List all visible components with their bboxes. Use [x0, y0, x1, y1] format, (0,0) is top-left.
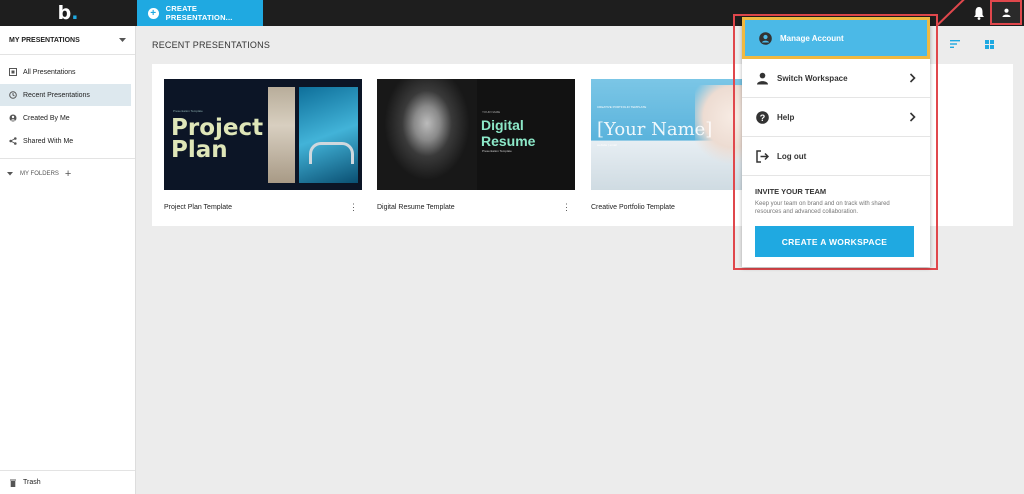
- sidebar-header-label: MY PRESENTATIONS: [9, 36, 80, 44]
- chevron-right-icon: [909, 73, 916, 83]
- trash-icon: [10, 479, 16, 487]
- card-title: Project Plan Template: [164, 204, 232, 211]
- thumbnail-caption: CREATIVE PORTFOLIO TEMPLATE: [597, 105, 647, 109]
- menu-item-label: Help: [777, 112, 795, 122]
- share-icon: [9, 137, 17, 145]
- account-circle-icon: [759, 31, 772, 45]
- thumbnail-image-strip: [268, 87, 295, 183]
- create-presentation-label: CREATE PRESENTATION...: [165, 4, 233, 22]
- manage-account-menu-item[interactable]: Manage Account: [742, 17, 930, 59]
- thumbnail-caption: Presentation Template: [173, 109, 203, 113]
- invite-team-section: INVITE YOUR TEAM Keep your team on brand…: [742, 176, 930, 257]
- more-options-icon[interactable]: ⋮: [562, 202, 571, 213]
- presentation-thumbnail[interactable]: YOUR NAME Digital Resume Presentation Te…: [377, 79, 575, 190]
- user-menu-button[interactable]: [990, 0, 1022, 25]
- create-presentation-button[interactable]: + CREATE PRESENTATION...: [137, 0, 263, 26]
- app-logo[interactable]: b.: [0, 0, 136, 26]
- thumbnail-title: [Your Name]: [597, 119, 713, 140]
- thumbnail-subtitle: website | email: [597, 143, 617, 147]
- invite-description: Keep your team on brand and on track wit…: [755, 201, 890, 215]
- person-icon: [9, 114, 17, 122]
- presentation-card[interactable]: YOUR NAME Digital Resume Presentation Te…: [377, 79, 575, 212]
- switch-workspace-menu-item[interactable]: Switch Workspace: [742, 59, 930, 98]
- thumbnail-subtitle: Presentation Template: [482, 149, 512, 153]
- sidebar-item-created-by-me[interactable]: Created By Me: [0, 107, 135, 129]
- sidebar-item-recent-presentations[interactable]: Recent Presentations: [0, 84, 131, 106]
- sort-icon[interactable]: [950, 40, 960, 48]
- presentation-thumbnail[interactable]: Presentation Template Project Plan: [164, 79, 362, 190]
- sidebar-item-label: Recent Presentations: [23, 91, 90, 99]
- plus-icon: +: [148, 7, 159, 19]
- presentation-icon: [9, 68, 17, 76]
- create-workspace-button[interactable]: CREATE A WORKSPACE: [755, 226, 914, 257]
- card-title: Digital Resume Template: [377, 204, 455, 211]
- add-folder-icon[interactable]: +: [65, 168, 71, 180]
- sidebar-header[interactable]: MY PRESENTATIONS: [0, 26, 135, 55]
- grid-view-icon[interactable]: [985, 40, 994, 49]
- caret-down-icon[interactable]: [119, 37, 126, 43]
- menu-item-label: Manage Account: [780, 33, 844, 43]
- sidebar-item-label: Shared With Me: [23, 137, 74, 145]
- card-title: Creative Portfolio Template: [591, 204, 675, 211]
- thumbnail-caption: YOUR NAME: [482, 110, 501, 114]
- my-folders-label: MY FOLDERS: [20, 171, 59, 177]
- menu-item-label: Switch Workspace: [777, 73, 848, 83]
- trash-label: Trash: [23, 479, 41, 486]
- logout-icon: [756, 149, 769, 163]
- presentation-card[interactable]: Presentation Template Project Plan Proje…: [164, 79, 362, 212]
- sidebar-item-trash[interactable]: Trash: [0, 470, 135, 494]
- caret-down-icon[interactable]: [7, 172, 13, 176]
- sidebar: MY PRESENTATIONS All Presentations Recen…: [0, 26, 136, 494]
- svg-text:?: ?: [760, 113, 766, 123]
- person-icon: [757, 72, 768, 84]
- sidebar-item-shared-with-me[interactable]: Shared With Me: [0, 130, 135, 152]
- logout-menu-item[interactable]: Log out: [742, 137, 930, 176]
- account-dropdown-menu: Manage Account Switch Workspace ? Help L…: [742, 17, 930, 267]
- sidebar-item-label: Created By Me: [23, 114, 70, 122]
- thumbnail-title: Project Plan: [171, 115, 264, 163]
- thumbnail-photo: [299, 87, 358, 183]
- more-options-icon[interactable]: ⋮: [349, 202, 358, 213]
- user-icon: [1001, 8, 1011, 17]
- sidebar-item-all-presentations[interactable]: All Presentations: [0, 61, 135, 83]
- help-menu-item[interactable]: ? Help: [742, 98, 930, 137]
- thumbnail-portrait: [377, 79, 477, 190]
- history-icon: [9, 91, 17, 99]
- thumbnail-title: Digital Resume: [481, 117, 536, 149]
- my-folders-header[interactable]: MY FOLDERS +: [0, 159, 135, 189]
- invite-heading: INVITE YOUR TEAM: [755, 187, 827, 196]
- chevron-right-icon: [909, 112, 916, 122]
- sidebar-item-label: All Presentations: [23, 68, 76, 76]
- page-title: RECENT PRESENTATIONS: [152, 40, 271, 50]
- help-icon: ?: [756, 110, 769, 124]
- bell-icon[interactable]: [973, 6, 985, 20]
- menu-item-label: Log out: [777, 151, 807, 161]
